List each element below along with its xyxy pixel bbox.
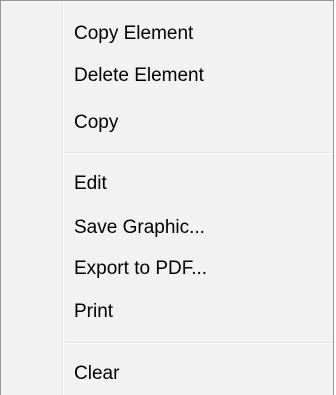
menu-item-edit[interactable]: Edit — [3, 164, 331, 204]
menu-separator — [65, 342, 331, 344]
menu-item-delete-element[interactable]: Delete Element — [3, 56, 331, 96]
menu-item-copy-element[interactable]: Copy Element — [3, 14, 331, 54]
menu-item-clear[interactable]: Clear — [3, 354, 331, 394]
menu-item-print[interactable]: Print — [3, 292, 331, 332]
context-menu: Copy Element Delete Element Copy Edit Sa… — [0, 0, 334, 395]
menu-item-label: Copy — [74, 112, 119, 133]
menu-item-save-graphic[interactable]: Save Graphic... — [3, 208, 331, 248]
menu-item-label: Save Graphic... — [74, 217, 205, 238]
menu-item-label: Copy Element — [74, 23, 194, 44]
menu-separator — [65, 152, 331, 154]
menu-item-label: Export to PDF... — [74, 258, 208, 279]
menu-item-label: Print — [74, 301, 114, 322]
menu-item-label: Edit — [74, 173, 107, 194]
menu-item-copy[interactable]: Copy — [3, 103, 331, 143]
menu-item-label: Delete Element — [74, 65, 204, 86]
menu-item-label: Clear — [74, 363, 120, 384]
menu-item-export-to-pdf[interactable]: Export to PDF... — [3, 249, 331, 289]
